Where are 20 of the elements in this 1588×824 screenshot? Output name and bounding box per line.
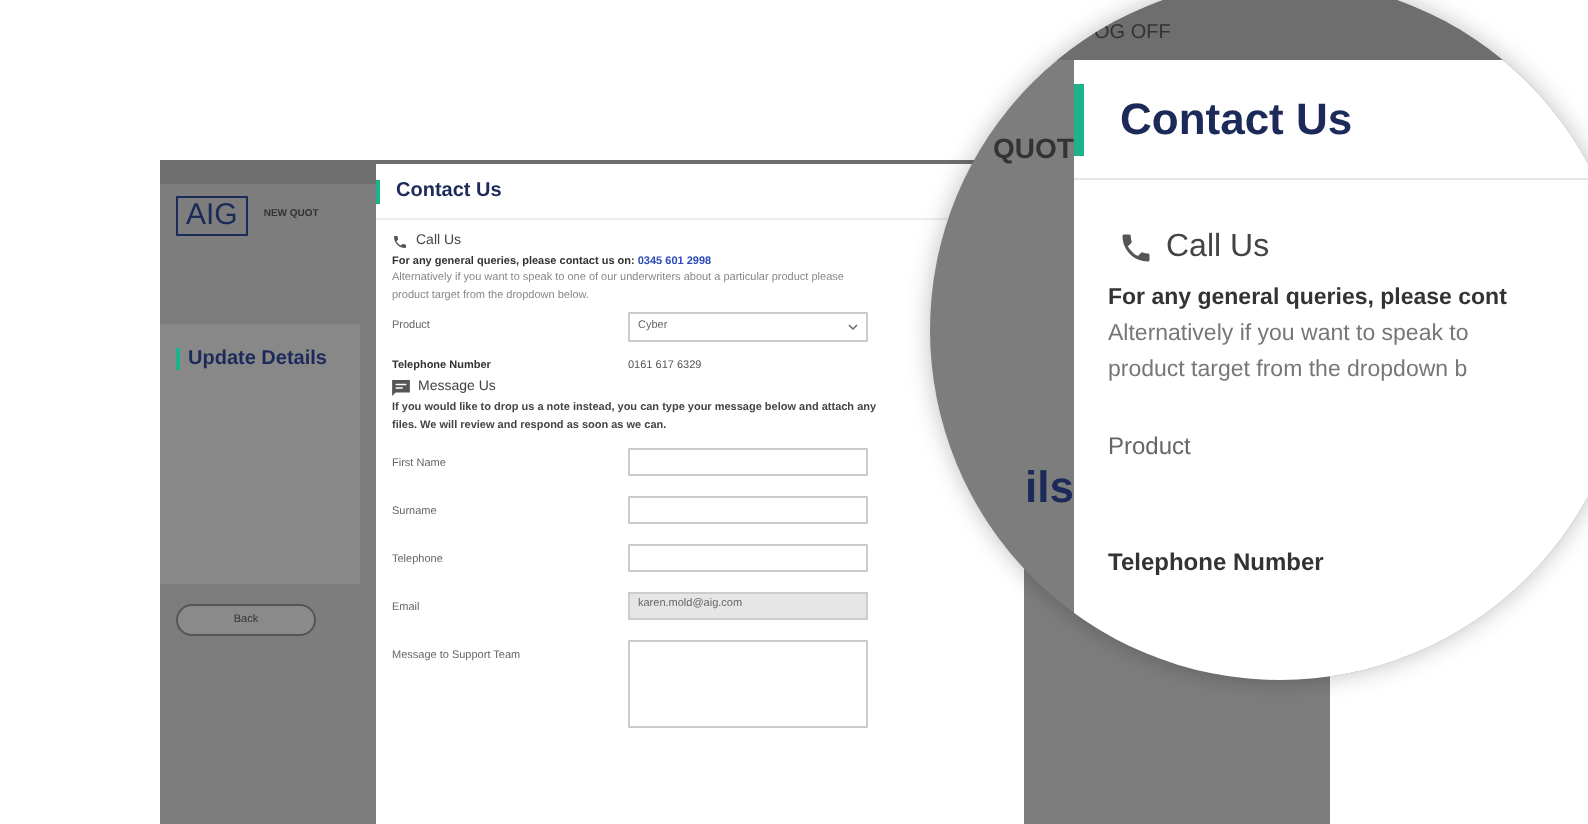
field-label: Product — [1106, 430, 1193, 464]
modal-title: Contact Us — [396, 178, 502, 206]
card-title: Update Details — [176, 348, 327, 370]
section-heading: Call Us — [1166, 228, 1270, 268]
modal-title: Contact Us — [1120, 92, 1353, 148]
field-label: Telephone Number — [1106, 546, 1326, 580]
message-textarea[interactable] — [628, 639, 868, 727]
chat-icon — [392, 380, 410, 397]
nav-link[interactable]: QUOT — [993, 128, 1074, 170]
card-title: ils — [1025, 460, 1074, 516]
input-field[interactable] — [628, 495, 868, 523]
description-text: Alternatively if you want to speak to — [1108, 320, 1471, 350]
phone-icon — [1118, 230, 1154, 266]
description-text: For any general queries, please cont — [1108, 284, 1509, 314]
input-field[interactable] — [628, 543, 868, 571]
description-text: product target from the dropdown b — [1108, 356, 1470, 386]
phone-icon — [392, 234, 408, 251]
input-field[interactable] — [628, 447, 868, 475]
chevron-down-icon — [848, 321, 858, 332]
logo: AIG — [176, 196, 248, 236]
